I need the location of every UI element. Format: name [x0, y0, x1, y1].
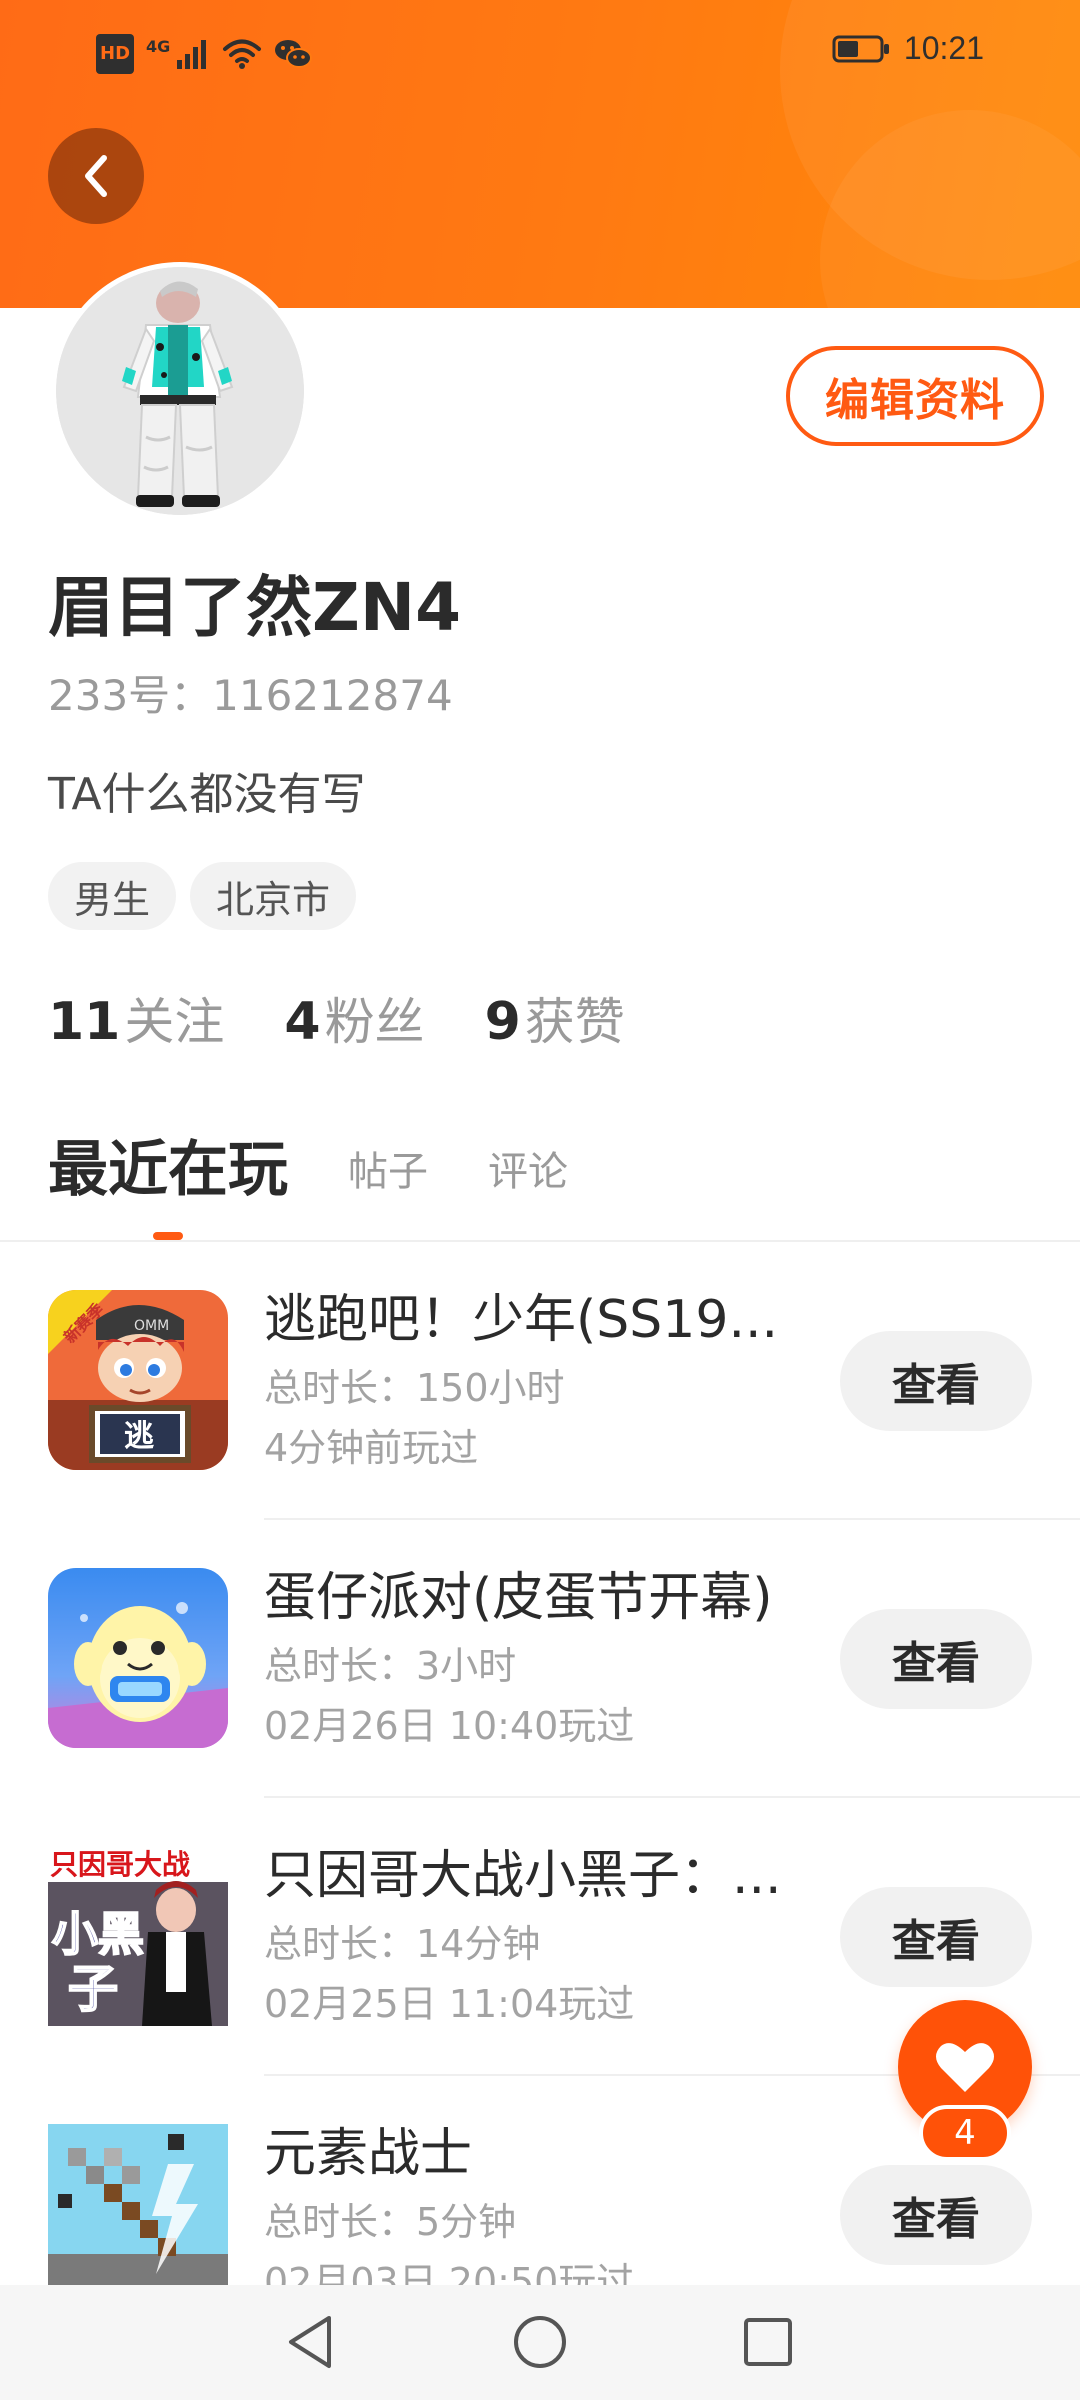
back-triangle-icon	[289, 2316, 331, 2368]
like-count-badge: 4	[919, 2105, 1011, 2161]
game-icon-eggy-party	[48, 1568, 228, 1748]
edit-profile-button[interactable]: 编辑资料	[786, 346, 1044, 446]
list-item[interactable]: OMM 逃 新赛季 逃跑吧！少年(SS19... 总时长：150小时 4分钟前玩…	[0, 1242, 1080, 1520]
game1-sign: 逃	[124, 1419, 154, 1454]
heart-icon	[936, 2043, 994, 2092]
battery-icon	[832, 31, 890, 67]
stat-likes: 9 获赞	[485, 982, 625, 1054]
wifi-icon	[222, 36, 262, 72]
nav-home-button[interactable]	[505, 2307, 575, 2377]
stat-followers[interactable]: 4 粉丝	[284, 982, 424, 1054]
game-title: 逃跑吧！少年(SS19...	[264, 1290, 779, 1350]
avatar[interactable]	[51, 262, 309, 520]
game-last-played: 02月25日 11:04玩过	[264, 1982, 635, 2026]
recent-games-list: OMM 逃 新赛季 逃跑吧！少年(SS19... 总时长：150小时 4分钟前玩…	[0, 1242, 1080, 2354]
system-nav-bar	[0, 2285, 1080, 2400]
stat-likes-count: 9	[484, 992, 521, 1052]
avatar-image	[56, 267, 304, 515]
profile-tabs: 最近在玩 帖子 评论	[48, 1130, 568, 1210]
status-time: 10:21	[903, 30, 984, 66]
stat-likes-label: 获赞	[524, 993, 625, 1051]
stat-following-label: 关注	[124, 993, 225, 1051]
user-id: 233号：116212874	[48, 671, 453, 720]
recents-square-icon	[744, 2318, 792, 2366]
nav-recents-button[interactable]	[733, 2307, 803, 2377]
list-item[interactable]: 蛋仔派对(皮蛋节开幕) 总时长：3小时 02月26日 10:40玩过 查看	[0, 1520, 1080, 1798]
game-icon-escape: OMM 逃 新赛季	[48, 1290, 228, 1470]
game3-bottom: 子	[68, 1960, 118, 2018]
stat-following-count: 11	[48, 992, 121, 1052]
game3-top: 只因哥大战	[50, 1848, 190, 1881]
stat-followers-label: 粉丝	[324, 993, 425, 1051]
game1-brand: OMM	[134, 1318, 169, 1334]
view-game-button[interactable]: 查看	[840, 2165, 1032, 2265]
game-last-played: 02月26日 10:40玩过	[264, 1704, 635, 1748]
tag-gender: 男生	[48, 862, 177, 930]
stat-followers-count: 4	[284, 992, 321, 1052]
game3-mid: 小黑	[52, 1907, 144, 1961]
username: 眉目了然ZN4	[48, 569, 462, 646]
home-circle-icon	[514, 2316, 566, 2368]
game-duration: 总时长：150小时	[264, 1366, 565, 1410]
network-type-label: 4G	[146, 36, 171, 56]
hd-icon: HD	[96, 34, 135, 74]
profile-tags: 男生 北京市	[48, 862, 357, 930]
wechat-icon	[274, 36, 313, 72]
status-right: 10:21	[832, 30, 984, 67]
status-left: HD 4G	[96, 34, 313, 74]
user-bio: TA什么都没有写	[48, 769, 366, 820]
view-game-button[interactable]: 查看	[840, 1331, 1032, 1431]
tag-location: 北京市	[190, 862, 357, 930]
tab-posts[interactable]: 帖子	[348, 1140, 428, 1204]
profile-stats: 11 关注 4 粉丝 9 获赞	[48, 982, 625, 1054]
game-duration: 总时长：3小时	[264, 1644, 517, 1688]
game-title: 元素战士	[264, 2124, 473, 2184]
game-title: 只因哥大战小黑子：...	[264, 1846, 782, 1906]
tab-recently-played[interactable]: 最近在玩	[48, 1130, 288, 1210]
active-tab-indicator	[153, 1232, 183, 1240]
view-game-button[interactable]: 查看	[840, 1609, 1032, 1709]
back-button[interactable]	[48, 128, 144, 224]
game-icon-jige-battle: 只因哥大战 小黑 子	[48, 1846, 228, 2026]
chevron-left-icon	[85, 155, 107, 197]
game-duration: 总时长：14分钟	[264, 1922, 541, 1966]
nav-back-button[interactable]	[275, 2307, 345, 2377]
status-bar: HD 4G 10:21	[0, 0, 1080, 100]
profile-header-banner: HD 4G 10:21	[0, 0, 1080, 308]
game-last-played: 4分钟前玩过	[264, 1426, 479, 1470]
signal-icon	[176, 36, 210, 72]
view-game-button[interactable]: 查看	[840, 1887, 1032, 1987]
game-title: 蛋仔派对(皮蛋节开幕)	[264, 1568, 773, 1628]
game-icon-element-warrior	[48, 2124, 228, 2304]
game-duration: 总时长：5分钟	[264, 2200, 517, 2244]
tab-comments[interactable]: 评论	[488, 1140, 568, 1204]
stat-following[interactable]: 11 关注	[48, 982, 224, 1054]
